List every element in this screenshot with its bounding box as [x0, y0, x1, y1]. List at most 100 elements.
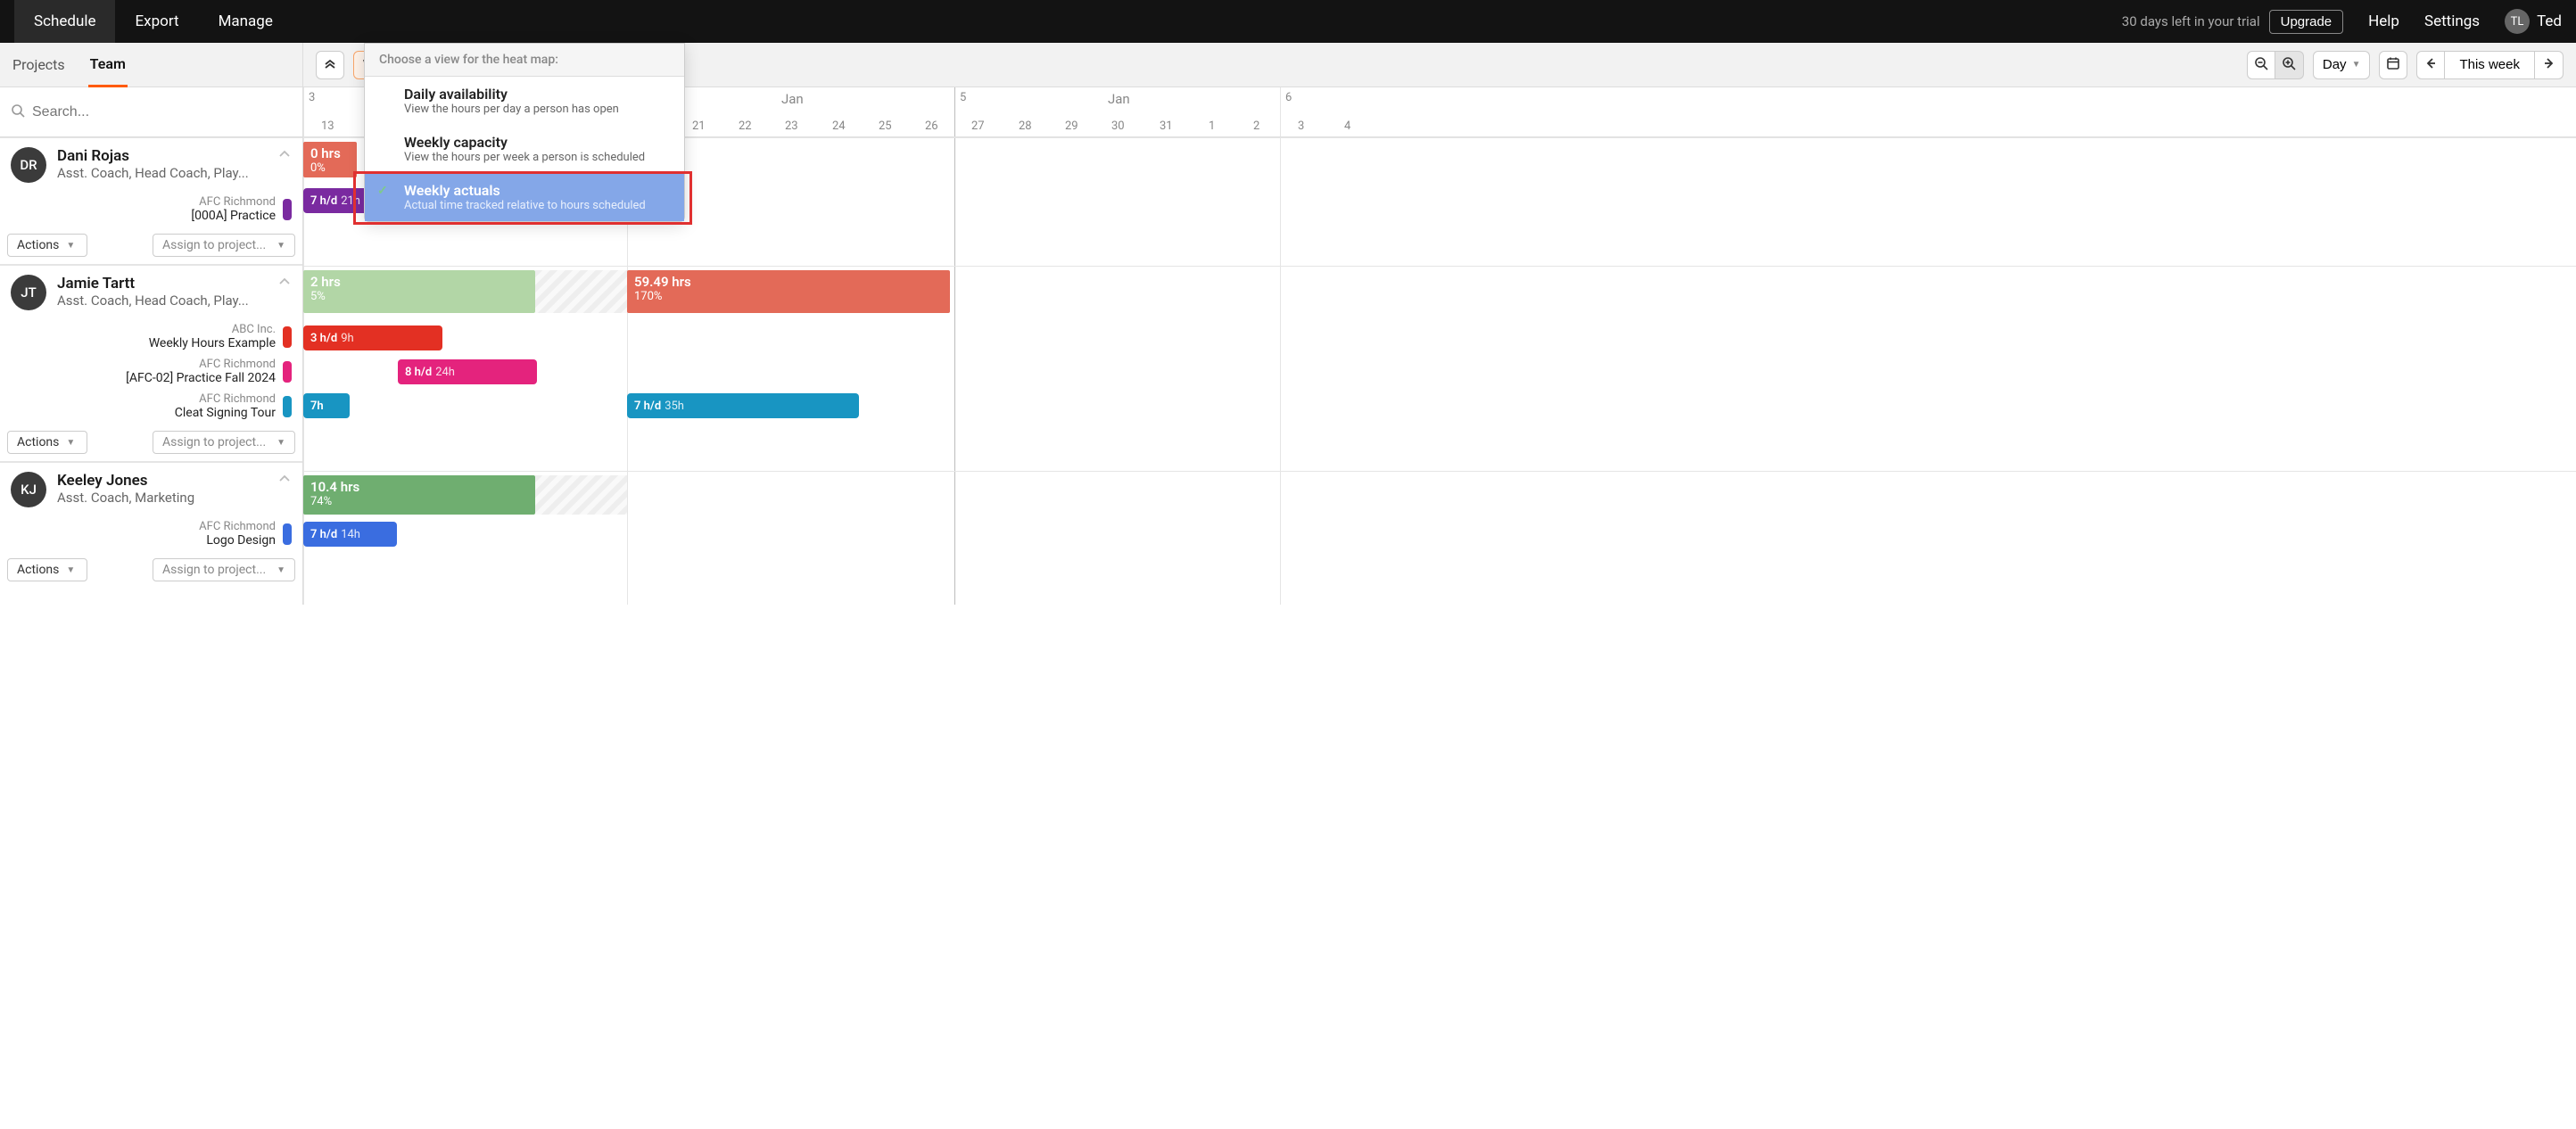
topbar: Schedule Export Manage 30 days left in y…	[0, 0, 2576, 43]
tab-projects[interactable]: Projects	[11, 43, 67, 87]
heat-bar[interactable]: 2 hrs 5%	[303, 270, 535, 313]
heat-pct: 0%	[310, 161, 350, 175]
task-hours: 35h	[665, 400, 684, 413]
prev-period-button[interactable]	[2416, 51, 2445, 79]
task-bar[interactable]: 3 h/d 9h	[303, 326, 442, 350]
person-name[interactable]: Dani Rojas	[57, 147, 249, 165]
project-color-dot	[283, 199, 292, 220]
user-menu[interactable]: TL Ted	[2505, 9, 2562, 34]
dropdown-heading: Choose a view for the heat map:	[365, 44, 684, 77]
heat-hours: 10.4 hrs	[310, 479, 528, 495]
project-name: Cleat Signing Tour	[175, 406, 276, 420]
zoom-out-button[interactable]	[2247, 51, 2275, 79]
double-chevron-up-icon	[323, 56, 337, 74]
zoom-in-button[interactable]	[2275, 51, 2304, 79]
person-name[interactable]: Keeley Jones	[57, 472, 194, 490]
chevron-down-icon: ▼	[66, 241, 75, 251]
trial-text: 30 days left in your trial	[2122, 13, 2260, 29]
heat-hours: 2 hrs	[310, 274, 528, 290]
task-bar[interactable]: 7 h/d 14h	[303, 522, 397, 547]
project-row[interactable]: AFC Richmond Logo Design	[0, 516, 302, 551]
dropdown-item-sub: Actual time tracked relative to hours sc…	[404, 199, 670, 212]
collapse-person-button[interactable]	[277, 472, 292, 490]
zoom-out-icon	[2254, 56, 2268, 74]
day-label: 29	[1065, 119, 1078, 133]
upgrade-button[interactable]: Upgrade	[2269, 10, 2344, 34]
task-rate: 7 h/d	[310, 194, 337, 208]
nav-export[interactable]: Export	[115, 0, 198, 43]
nav-manage[interactable]: Manage	[199, 0, 293, 43]
project-row[interactable]: AFC Richmond [000A] Practice	[0, 192, 302, 227]
day-label: 25	[879, 119, 892, 133]
week-number: 6	[1285, 91, 1292, 104]
actions-button[interactable]: Actions ▼	[7, 558, 87, 581]
task-bar[interactable]: 7 h/d 21h	[303, 188, 367, 213]
assign-to-project-select[interactable]: Assign to project... ▼	[153, 558, 295, 581]
person-name[interactable]: Jamie Tartt	[57, 275, 249, 293]
heatmap-dropdown: Choose a view for the heat map: Daily av…	[364, 43, 685, 222]
calendar-button[interactable]	[2379, 51, 2407, 79]
task-rate: 8 h/d	[405, 366, 432, 379]
project-row[interactable]: AFC Richmond Cleat Signing Tour	[0, 389, 302, 424]
task-bar[interactable]: 7h	[303, 393, 350, 418]
collapse-person-button[interactable]	[277, 275, 292, 293]
dropdown-item-title: Daily availability	[404, 86, 670, 103]
dropdown-item-daily-availability[interactable]: Daily availability View the hours per da…	[365, 77, 684, 125]
timeline-section: 2 hrs 5% 59.49 hrs 170% 3 h/d 9h 8 h/d 2…	[303, 266, 2576, 471]
day-label: 4	[1344, 119, 1350, 133]
chevron-down-icon: ▼	[277, 241, 285, 251]
hatched-area	[535, 475, 627, 515]
month-label: Jan	[781, 91, 804, 107]
this-week-button[interactable]: This week	[2445, 51, 2535, 79]
day-label: 22	[739, 119, 752, 133]
task-bar[interactable]: 8 h/d 24h	[398, 359, 537, 384]
task-hours: 24h	[435, 366, 455, 379]
heat-bar[interactable]: 59.49 hrs 170%	[627, 270, 950, 313]
nav-settings[interactable]: Settings	[2424, 12, 2480, 30]
zoom-group	[2247, 51, 2304, 79]
project-color-dot	[283, 523, 292, 545]
day-label: 31	[1160, 119, 1173, 133]
collapse-person-button[interactable]	[277, 147, 292, 165]
nav-schedule[interactable]: Schedule	[14, 0, 115, 43]
person-actions-row: Actions ▼ Assign to project... ▼	[0, 227, 302, 265]
avatar: TL	[2505, 9, 2530, 34]
timeline-section: 10.4 hrs 74% 7 h/d 14h	[303, 471, 2576, 605]
day-label: 28	[1019, 119, 1032, 133]
assign-placeholder: Assign to project...	[162, 238, 266, 252]
day-label: 30	[1111, 119, 1125, 133]
nav-help[interactable]: Help	[2368, 12, 2399, 30]
heat-bar[interactable]: 0 hrs 0%	[303, 142, 357, 177]
project-row[interactable]: AFC Richmond [AFC-02] Practice Fall 2024	[0, 354, 302, 389]
tab-team[interactable]: Team	[88, 43, 128, 87]
avatar: JT	[11, 275, 46, 310]
week-number: 5	[960, 91, 966, 104]
dropdown-item-weekly-actuals[interactable]: ✓ Weekly actuals Actual time tracked rel…	[365, 173, 684, 221]
actions-label: Actions	[17, 435, 59, 449]
actions-label: Actions	[17, 238, 59, 252]
heat-hours: 59.49 hrs	[634, 274, 943, 290]
person-roles: Asst. Coach, Marketing	[57, 490, 194, 506]
chevron-down-icon: ▼	[277, 565, 285, 575]
project-client: AFC Richmond	[126, 358, 276, 371]
arrow-left-icon	[2423, 56, 2438, 74]
collapse-all-button[interactable]	[316, 51, 344, 79]
view-unit-button[interactable]: Day ▼	[2313, 51, 2371, 79]
actions-button[interactable]: Actions ▼	[7, 234, 87, 257]
assign-to-project-select[interactable]: Assign to project... ▼	[153, 431, 295, 454]
heat-pct: 5%	[310, 290, 528, 303]
project-color-dot	[283, 326, 292, 348]
chevron-down-icon: ▼	[2352, 60, 2361, 70]
task-rate: 7h	[310, 400, 324, 413]
search-input[interactable]	[32, 104, 292, 120]
dropdown-item-weekly-capacity[interactable]: Weekly capacity View the hours per week …	[365, 125, 684, 173]
day-label: 13	[321, 119, 334, 133]
heat-bar[interactable]: 10.4 hrs 74%	[303, 475, 535, 515]
project-row[interactable]: ABC Inc. Weekly Hours Example	[0, 319, 302, 354]
assign-to-project-select[interactable]: Assign to project... ▼	[153, 234, 295, 257]
actions-button[interactable]: Actions ▼	[7, 431, 87, 454]
assign-placeholder: Assign to project...	[162, 435, 266, 449]
task-hours: 9h	[341, 332, 353, 345]
next-period-button[interactable]	[2535, 51, 2564, 79]
task-bar[interactable]: 7 h/d 35h	[627, 393, 859, 418]
